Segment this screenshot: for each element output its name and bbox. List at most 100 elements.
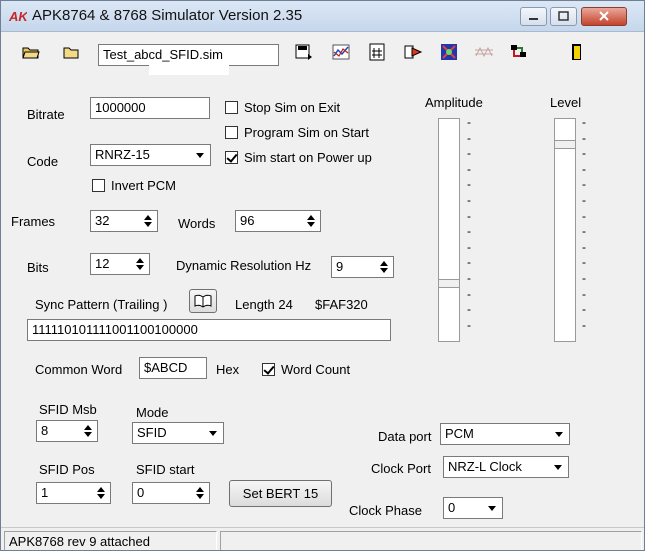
spinner-arrows-icon[interactable]: [192, 484, 208, 502]
toolbar: Test_abcd_SFID.sim: [1, 32, 644, 75]
chevron-down-icon: [484, 500, 500, 516]
folder-icon[interactable]: [61, 42, 81, 62]
send-icon[interactable]: [403, 42, 423, 62]
tick-mark: -: [467, 255, 471, 270]
status-text: APK8768 rev 9 attached: [4, 531, 217, 550]
words-spinner[interactable]: 96: [235, 210, 321, 232]
minimize-button[interactable]: [520, 7, 547, 26]
code-select[interactable]: RNRZ-15: [90, 144, 211, 166]
tick-mark: -: [467, 146, 471, 161]
tick-mark: -: [582, 302, 586, 317]
spinner-arrows-icon[interactable]: [376, 258, 392, 276]
title-bar: AK APK8764 & 8768 Simulator Version 2.35: [1, 1, 644, 32]
sfid-msb-spinner[interactable]: 8: [36, 420, 98, 442]
checkbox-box: [262, 363, 275, 376]
common-word-input[interactable]: $ABCD: [139, 357, 207, 379]
frames-spinner[interactable]: 32: [90, 210, 158, 232]
stop-sim-checkbox[interactable]: Stop Sim on Exit: [225, 100, 340, 115]
app-logo-icon: AK: [9, 9, 27, 24]
word-count-checkbox[interactable]: Word Count: [262, 362, 350, 377]
frames-label: Frames: [11, 214, 56, 229]
maximize-icon: [558, 11, 569, 21]
sfid-start-spinner[interactable]: 0: [132, 482, 210, 504]
amplitude-slider-thumb[interactable]: [438, 279, 460, 288]
level-slider-thumb[interactable]: [554, 140, 576, 149]
spinner-arrows-icon[interactable]: [80, 422, 96, 440]
save-icon[interactable]: [294, 42, 314, 62]
tick-mark: -: [467, 302, 471, 317]
svg-text:AK: AK: [9, 9, 27, 24]
mode-label: Mode: [136, 405, 169, 420]
tick-mark: -: [467, 317, 471, 332]
tick-mark: -: [467, 208, 471, 223]
amplitude-slider[interactable]: [438, 118, 460, 342]
invert-pcm-checkbox[interactable]: Invert PCM: [92, 178, 176, 193]
sync-pattern-label: Sync Pattern (Trailing ): [35, 297, 168, 312]
data-port-select[interactable]: PCM: [440, 423, 570, 445]
tick-mark: -: [467, 161, 471, 176]
sync-length-label: Length 24: [235, 297, 293, 312]
checkbox-box: [92, 179, 105, 192]
dynamic-resolution-spinner[interactable]: 9: [331, 256, 394, 278]
bits-spinner[interactable]: 12: [90, 253, 150, 275]
clock-phase-select[interactable]: 0: [443, 497, 503, 519]
data-port-label: Data port: [378, 429, 432, 444]
tick-mark: -: [582, 239, 586, 254]
clock-port-select[interactable]: NRZ-L Clock: [443, 456, 569, 478]
tick-mark: -: [467, 239, 471, 254]
sync-pattern-input[interactable]: 111110101111001100100000: [27, 319, 391, 341]
program-sim-checkbox[interactable]: Program Sim on Start: [225, 125, 369, 140]
app-window: AK APK8764 & 8768 Simulator Version 2.35…: [0, 0, 645, 551]
tick-mark: -: [582, 192, 586, 207]
sync-pattern-book-button[interactable]: [189, 289, 217, 313]
tick-mark: -: [582, 224, 586, 239]
status-bar: APK8768 rev 9 attached: [1, 527, 644, 550]
hex-label: Hex: [216, 362, 240, 377]
open-folder-icon[interactable]: [21, 42, 41, 62]
maximize-button[interactable]: [550, 7, 577, 26]
tick-mark: -: [467, 177, 471, 192]
mode-select[interactable]: SFID: [132, 422, 224, 444]
hash-icon[interactable]: [367, 42, 387, 62]
sfid-start-label: SFID start: [136, 462, 195, 477]
chart-icon[interactable]: [331, 42, 351, 62]
checkbox-box: [225, 126, 238, 139]
level-tick-marks: --------------: [582, 115, 586, 333]
spinner-arrows-icon[interactable]: [132, 255, 148, 273]
common-word-label: Common Word: [35, 362, 123, 377]
file-name-field[interactable]: Test_abcd_SFID.sim: [98, 44, 279, 66]
dynamic-resolution-label: Dynamic Resolution Hz: [176, 258, 312, 273]
tick-mark: -: [467, 192, 471, 207]
bitrate-input[interactable]: 1000000: [90, 97, 210, 119]
spinner-arrows-icon[interactable]: [140, 212, 156, 230]
tick-mark: -: [467, 130, 471, 145]
sfid-pos-spinner[interactable]: 1: [36, 482, 111, 504]
checkbox-box: [225, 101, 238, 114]
sim-start-checkbox[interactable]: Sim start on Power up: [225, 150, 372, 165]
bitrate-label: Bitrate: [27, 107, 65, 122]
set-bert-button[interactable]: Set BERT 15: [229, 480, 332, 507]
close-button[interactable]: [581, 7, 627, 26]
exit-door-icon[interactable]: [567, 42, 587, 62]
tick-mark: -: [582, 115, 586, 129]
clock-port-label: Clock Port: [371, 461, 431, 476]
spinner-arrows-icon[interactable]: [93, 484, 109, 502]
tick-mark: -: [582, 161, 586, 176]
bert-icon[interactable]: [439, 42, 459, 62]
tick-mark: -: [582, 146, 586, 161]
chevron-down-icon: [551, 426, 567, 442]
words-label: Words: [178, 216, 216, 231]
tick-mark: -: [582, 177, 586, 192]
waveform-icon[interactable]: [474, 42, 494, 62]
sfid-pos-label: SFID Pos: [39, 462, 95, 477]
chevron-down-icon: [550, 459, 566, 475]
network-icon[interactable]: [509, 42, 529, 62]
close-icon: [599, 11, 609, 21]
minimize-icon: [529, 18, 538, 20]
level-slider[interactable]: [554, 118, 576, 342]
window-title: APK8764 & 8768 Simulator Version 2.35: [32, 7, 303, 24]
sync-hex-value: $FAF320: [315, 297, 368, 312]
spinner-arrows-icon[interactable]: [303, 212, 319, 230]
tick-mark: -: [582, 317, 586, 332]
level-label: Level: [550, 95, 582, 110]
